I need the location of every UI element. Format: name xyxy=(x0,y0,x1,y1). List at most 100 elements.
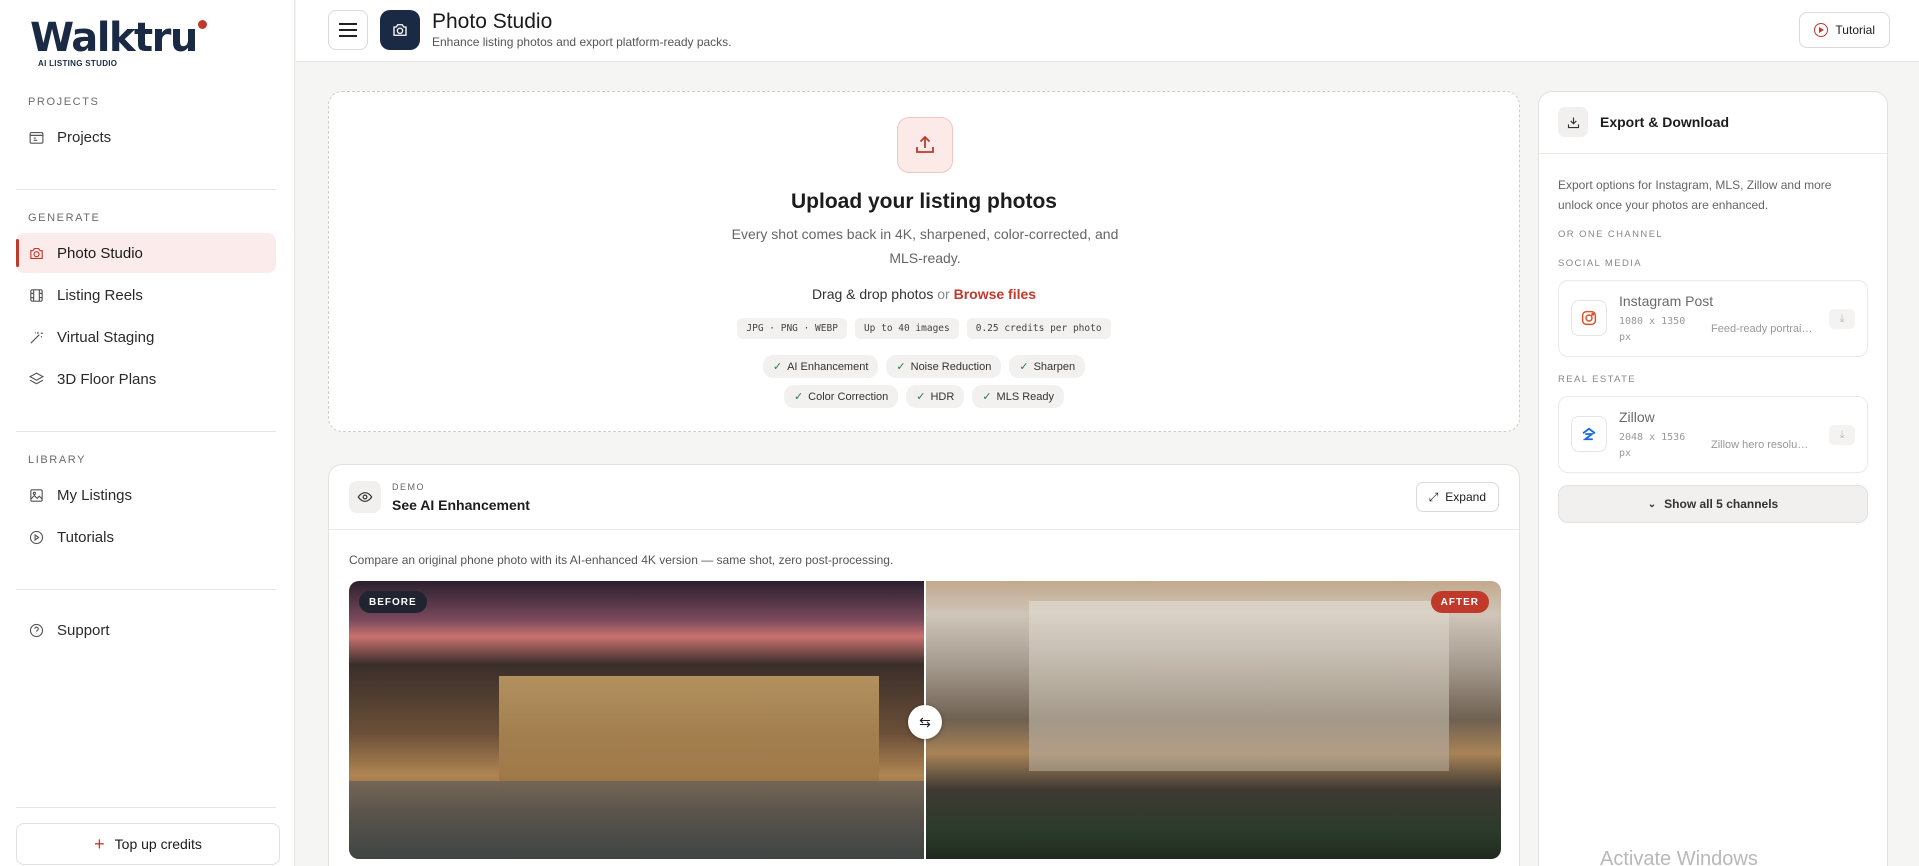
folder-icon xyxy=(29,131,44,144)
images-icon xyxy=(30,488,43,502)
sidebar: Walktru AI LISTING STUDIO PROJECTS Proje… xyxy=(0,0,295,866)
sidebar-divider xyxy=(16,589,276,590)
hamburger-icon xyxy=(339,21,357,39)
comparison-slider-handle[interactable]: ⇆ xyxy=(908,705,942,739)
sidebar-item-3d-floor-plans[interactable]: 3D Floor Plans xyxy=(16,359,276,399)
sidebar-item-label: My Listings xyxy=(57,486,133,504)
check-icon: ✓ xyxy=(772,361,783,373)
sidebar-item-projects[interactable]: Projects xyxy=(16,117,276,157)
instagram-icon xyxy=(1571,300,1607,336)
export-title: Export & Download xyxy=(1600,114,1730,130)
top-up-credits-button[interactable]: + Top up credits xyxy=(16,823,280,865)
upload-drag-text: Drag & drop photos or Browse files xyxy=(329,286,1519,302)
section-label-projects: PROJECTS xyxy=(28,96,100,108)
top-up-label: Top up credits xyxy=(114,836,202,852)
channel-size: 2048 x 1536 px xyxy=(1619,432,1686,459)
check-icon: ✓ xyxy=(1019,361,1029,373)
after-badge: AFTER xyxy=(1430,591,1489,613)
channel-description: Feed-ready portrai… xyxy=(1711,323,1813,335)
sidebar-item-tutorials[interactable]: Tutorials xyxy=(16,517,276,557)
brand-logo[interactable]: Walktru AI LISTING STUDIO xyxy=(30,15,207,68)
show-all-channels-button[interactable]: ⌄ Show all 5 channels xyxy=(1558,485,1868,523)
group-label-real-estate: REAL ESTATE xyxy=(1558,374,1637,385)
before-house-image xyxy=(499,676,879,796)
sidebar-item-virtual-staging[interactable]: Virtual Staging xyxy=(16,317,276,357)
expand-label: Expand xyxy=(1445,490,1486,504)
layers-icon xyxy=(28,371,45,384)
sidebar-item-photo-studio[interactable]: Photo Studio xyxy=(16,233,276,273)
channel-card-instagram[interactable]: Instagram Post 1080 x 1350 px Feed-ready… xyxy=(1558,280,1868,357)
expand-button[interactable]: ⤢ Expand xyxy=(1415,482,1499,512)
upload-icon xyxy=(897,117,953,173)
demo-header: DEMO See AI Enhancement ⤢ Expand xyxy=(329,465,1519,530)
plus-icon: + xyxy=(94,833,105,854)
tutorial-label: Tutorial xyxy=(1835,23,1875,37)
film-icon xyxy=(30,288,43,302)
sidebar-item-support[interactable]: Support xyxy=(16,610,276,650)
brand-name: Walktru xyxy=(30,15,198,61)
check-icon: ✓ xyxy=(793,391,804,403)
tutorial-button[interactable]: Tutorial xyxy=(1799,12,1890,48)
sidebar-item-label: Photo Studio xyxy=(57,244,143,262)
show-all-label: Show all 5 channels xyxy=(1664,497,1779,511)
spec-chip-limit: Up to 40 images xyxy=(854,318,959,339)
upload-title: Upload your listing photos xyxy=(791,190,1057,213)
sidebar-item-listing-reels[interactable]: Listing Reels xyxy=(16,275,276,315)
channel-description: Zillow hero resolu… xyxy=(1711,439,1809,451)
sidebar-item-label: Projects xyxy=(57,128,112,146)
check-icon: ✓ xyxy=(982,391,992,403)
wand-icon xyxy=(30,331,43,344)
sidebar-divider xyxy=(16,431,276,432)
demo-description: Compare an original phone photo with its… xyxy=(349,553,894,567)
feature-chip: ✓ HDR xyxy=(906,385,965,408)
channel-name: Instagram Post xyxy=(1619,293,1714,309)
upload-description: Every shot comes back in 4K, sharpened, … xyxy=(731,226,1119,266)
upload-dropzone[interactable]: Upload your listing photos Every shot co… xyxy=(328,91,1520,432)
spec-chip-formats: JPG · PNG · WEBP xyxy=(737,318,847,339)
after-house-image xyxy=(1029,601,1449,771)
sidebar-item-label: 3D Floor Plans xyxy=(57,370,157,388)
eye-icon xyxy=(349,481,381,513)
sidebar-item-label: Listing Reels xyxy=(57,286,143,304)
feature-chip: ✓ Sharpen xyxy=(1009,355,1086,378)
download-icon[interactable]: ⤓ xyxy=(1829,309,1855,329)
camera-icon xyxy=(393,24,407,36)
page-subtitle: Enhance listing photos and export platfo… xyxy=(432,35,732,49)
before-after-comparison[interactable]: BEFORE AFTER ⇆ xyxy=(349,581,1501,859)
sidebar-item-my-listings[interactable]: My Listings xyxy=(16,475,276,515)
feature-chips-row1: ✓ AI Enhancement ✓ Noise Reduction ✓ Sharpe… xyxy=(329,355,1519,378)
page-icon-tile xyxy=(380,10,420,50)
feature-chip: ✓ MLS Ready xyxy=(972,385,1065,408)
export-panel: Export & Download Export options for Ins… xyxy=(1538,91,1888,866)
logo-dot xyxy=(197,20,207,29)
feature-chips-row2: ✓ Color Correction ✓ HDR ✓ MLS Ready xyxy=(329,385,1519,408)
or-text: or xyxy=(937,286,950,302)
check-icon: ✓ xyxy=(896,361,906,373)
menu-toggle-button[interactable] xyxy=(328,10,368,50)
expand-icon: ⤢ xyxy=(1428,489,1439,504)
feature-chip: ✓ Color Correction xyxy=(783,385,899,408)
browse-files-link[interactable]: Browse files xyxy=(954,286,1036,302)
export-description: Export options for Instagram, MLS, Zillo… xyxy=(1558,178,1832,212)
top-header: Photo Studio Enhance listing photos and … xyxy=(296,0,1919,62)
windows-activation-watermark: Activate Windows xyxy=(1600,848,1758,866)
feature-chip: ✓ AI Enhancement xyxy=(762,355,879,378)
feature-chip: ✓ Noise Reduction xyxy=(886,355,1002,378)
chevron-down-icon: ⌄ xyxy=(1647,498,1657,510)
download-icon xyxy=(1558,107,1588,137)
export-header: Export & Download xyxy=(1539,92,1887,154)
demo-card: DEMO See AI Enhancement ⤢ Expand Compare… xyxy=(328,464,1520,866)
channel-card-zillow[interactable]: Zillow 2048 x 1536 px Zillow hero resolu… xyxy=(1558,396,1868,473)
before-pool-image xyxy=(349,781,925,859)
play-circle-icon xyxy=(29,530,44,544)
download-icon[interactable]: ⤓ xyxy=(1829,425,1855,445)
sidebar-divider xyxy=(16,807,276,808)
demo-title: See AI Enhancement xyxy=(392,497,530,513)
upload-specs: JPG · PNG · WEBP Up to 40 images 0.25 cr… xyxy=(329,318,1519,339)
help-circle-icon xyxy=(29,623,44,637)
sidebar-divider xyxy=(16,189,276,190)
sidebar-item-label: Support xyxy=(57,621,110,639)
check-icon: ✓ xyxy=(916,391,926,403)
section-label-library: LIBRARY xyxy=(28,454,87,466)
camera-icon xyxy=(30,247,43,259)
